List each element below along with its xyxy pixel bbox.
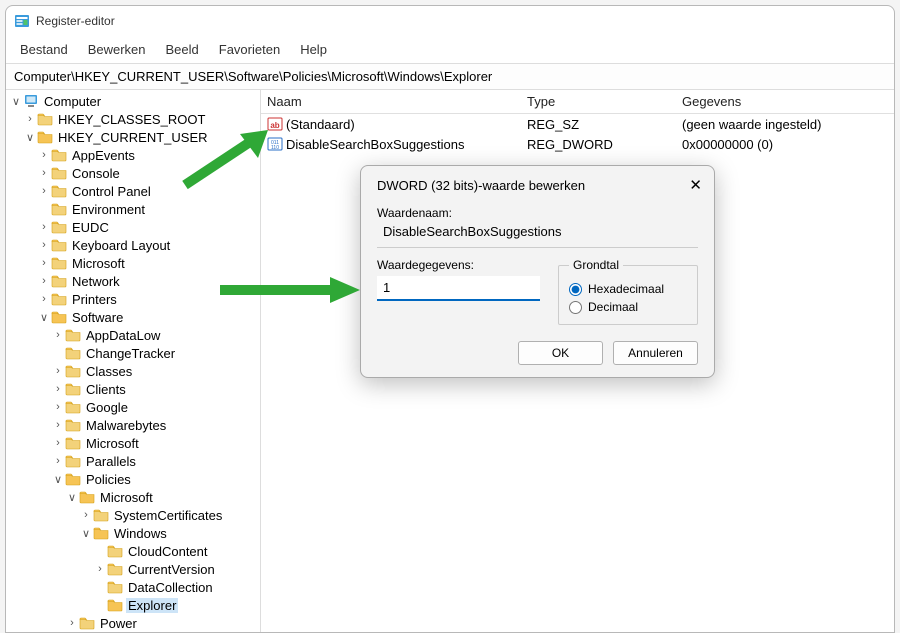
tree-item-printers[interactable]: ›Printers [6,290,260,308]
tree-item-software[interactable]: ∨Software [6,308,260,326]
tree-item-hkey-current-user[interactable]: ∨HKEY_CURRENT_USER [6,128,260,146]
base-label: Grondtal [569,258,623,272]
menu-bewerken[interactable]: Bewerken [78,38,156,61]
tree-item-network[interactable]: ›Network [6,272,260,290]
tree-item-microsoft[interactable]: ›Microsoft [6,434,260,452]
radio-hex-input[interactable] [569,283,582,296]
tree-item-hkey-classes-root[interactable]: ›HKEY_CLASSES_ROOT [6,110,260,128]
col-header-name[interactable]: Naam [261,90,521,113]
titlebar: Register-editor [6,6,894,36]
tree-item-microsoft[interactable]: ∨Microsoft [6,488,260,506]
tree-item-windows[interactable]: ∨Windows [6,524,260,542]
menu-bestand[interactable]: Bestand [10,38,78,61]
base-fieldset: Grondtal Hexadecimaal Decimaal [558,258,698,325]
tree-item-parallels[interactable]: ›Parallels [6,452,260,470]
tree-item-explorer[interactable]: Explorer [6,596,260,614]
tree-item-malwarebytes[interactable]: ›Malwarebytes [6,416,260,434]
menubar: Bestand Bewerken Beeld Favorieten Help [6,36,894,63]
tree-item-datacollection[interactable]: DataCollection [6,578,260,596]
menu-help[interactable]: Help [290,38,337,61]
tree-item-computer[interactable]: ∨Computer [6,92,260,110]
separator [377,247,698,248]
tree-item-environment[interactable]: Environment [6,200,260,218]
tree-item-eudc[interactable]: ›EUDC [6,218,260,236]
tree-item-changetracker[interactable]: ChangeTracker [6,344,260,362]
list-row[interactable]: ab(Standaard)REG_SZ(geen waarde ingestel… [261,114,894,134]
tree-item-currentversion[interactable]: ›CurrentVersion [6,560,260,578]
svg-text:110: 110 [271,145,279,151]
window-title: Register-editor [36,14,115,28]
radio-dec[interactable]: Decimaal [569,300,687,314]
ok-button[interactable]: OK [518,341,603,365]
tree-item-policies[interactable]: ∨Policies [6,470,260,488]
tree-item-console[interactable]: ›Console [6,164,260,182]
tree-item-appevents[interactable]: ›AppEvents [6,146,260,164]
tree-item-cloudcontent[interactable]: CloudContent [6,542,260,560]
radio-hex[interactable]: Hexadecimaal [569,282,687,296]
tree-item-appdatalow[interactable]: ›AppDataLow [6,326,260,344]
tree-view[interactable]: ∨Computer›HKEY_CLASSES_ROOT∨HKEY_CURRENT… [6,90,261,632]
value-data-input[interactable] [377,276,540,301]
menu-beeld[interactable]: Beeld [156,38,209,61]
tree-item-control-panel[interactable]: ›Control Panel [6,182,260,200]
address-bar[interactable]: Computer\HKEY_CURRENT_USER\Software\Poli… [6,63,894,90]
tree-item-clients[interactable]: ›Clients [6,380,260,398]
tree-item-classes[interactable]: ›Classes [6,362,260,380]
cancel-button[interactable]: Annuleren [613,341,698,365]
close-icon[interactable]: ✕ [689,176,702,194]
regedit-icon [14,13,30,29]
value-name-label: Waardenaam: [377,206,698,220]
col-header-type[interactable]: Type [521,90,676,113]
menu-favorieten[interactable]: Favorieten [209,38,290,61]
tree-item-google[interactable]: ›Google [6,398,260,416]
tree-item-microsoft[interactable]: ›Microsoft [6,254,260,272]
dialog-title: DWORD (32 bits)-waarde bewerken [377,178,585,193]
tree-item-keyboard-layout[interactable]: ›Keyboard Layout [6,236,260,254]
radio-dec-input[interactable] [569,301,582,314]
value-name: DisableSearchBoxSuggestions [377,220,698,243]
col-header-data[interactable]: Gegevens [676,90,894,113]
value-data-label: Waardegegevens: [377,258,540,272]
list-header: Naam Type Gegevens [261,90,894,114]
edit-dword-dialog: DWORD (32 bits)-waarde bewerken ✕ Waarde… [360,165,715,378]
svg-text:ab: ab [270,121,279,130]
list-row[interactable]: 011110DisableSearchBoxSuggestionsREG_DWO… [261,134,894,154]
tree-item-power[interactable]: ›Power [6,614,260,632]
tree-item-systemcertificates[interactable]: ›SystemCertificates [6,506,260,524]
